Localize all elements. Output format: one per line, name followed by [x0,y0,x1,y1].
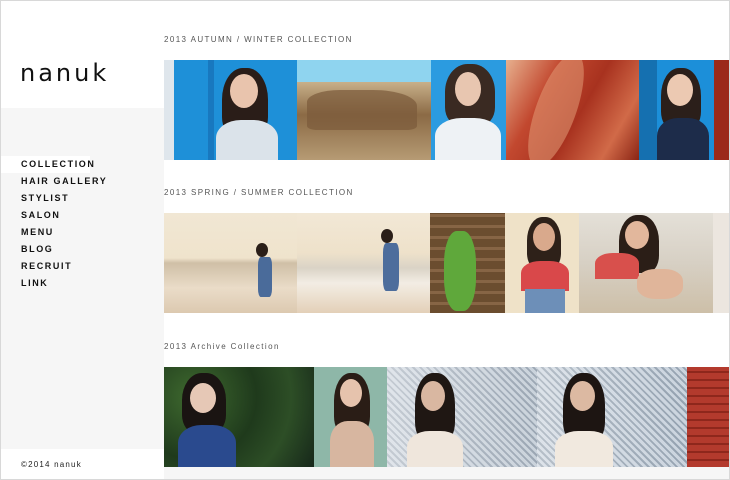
collection-photo[interactable] [505,213,579,313]
collection-photo[interactable] [430,213,505,313]
nav-item-salon[interactable]: SALON [1,207,107,224]
collection-photo[interactable] [639,60,714,160]
copyright-text: ©2014 nanuk [21,460,82,469]
collection-photo[interactable] [506,60,639,160]
nav-item-blog[interactable]: BLOG [1,241,107,258]
section-title: 2013 Archive Collection [164,342,280,351]
collection-photo[interactable] [297,60,431,160]
photo-strip [164,60,729,160]
collection-photo[interactable] [537,367,687,467]
collection-photo[interactable] [164,60,297,160]
photo-strip [164,213,729,313]
collection-photo[interactable] [579,213,713,313]
nav-item-link[interactable]: LINK [1,275,107,292]
nav-item-label: MENU [21,227,54,237]
nav-item-label: RECRUIT [21,261,73,271]
collection-photo[interactable] [431,60,506,160]
section-header: 2013 Archive Collection [164,313,729,367]
nav-item-collection[interactable]: COLLECTION [1,156,94,173]
nav-item-label: HAIR GALLERY [21,176,108,186]
collection-photo[interactable] [164,367,314,467]
nav-item-recruit[interactable]: RECRUIT [1,258,107,275]
photo-strip [164,367,729,467]
section-title: 2013 AUTUMN / WINTER COLLECTION [164,35,353,44]
collection-photo[interactable] [164,213,297,313]
nav-item-label: COLLECTION [21,159,96,169]
collection-photo[interactable] [387,367,537,467]
nav-item-label: BLOG [21,244,54,254]
copyright-area: ©2014 nanuk [1,449,164,479]
nav-item-menu[interactable]: MENU [1,224,107,241]
collection-photo[interactable] [714,60,729,160]
nav-item-label: STYLIST [21,193,70,203]
section-header: 2013 AUTUMN / WINTER COLLECTION [164,1,729,60]
nav-item-hair-gallery[interactable]: HAIR GALLERY [1,173,107,190]
collection-photo[interactable] [687,367,729,467]
section-title: 2013 SPRING / SUMMER COLLECTION [164,188,354,197]
nav-item-label: SALON [21,210,61,220]
sidebar: nanuk COLLECTION HAIR GALLERY STYLIST SA… [1,1,164,479]
main-content: 2013 AUTUMN / WINTER COLLECTION 2013 SPR… [164,1,729,479]
collection-photo[interactable] [297,213,430,313]
nav-item-label: LINK [21,278,49,288]
collection-photo[interactable] [314,367,387,467]
logo-area: nanuk [1,1,164,108]
site-logo[interactable]: nanuk [20,59,109,87]
main-nav: COLLECTION HAIR GALLERY STYLIST SALON ME… [1,156,107,292]
collection-photo[interactable] [713,213,729,313]
nav-item-stylist[interactable]: STYLIST [1,190,107,207]
section-header: 2013 SPRING / SUMMER COLLECTION [164,160,729,213]
